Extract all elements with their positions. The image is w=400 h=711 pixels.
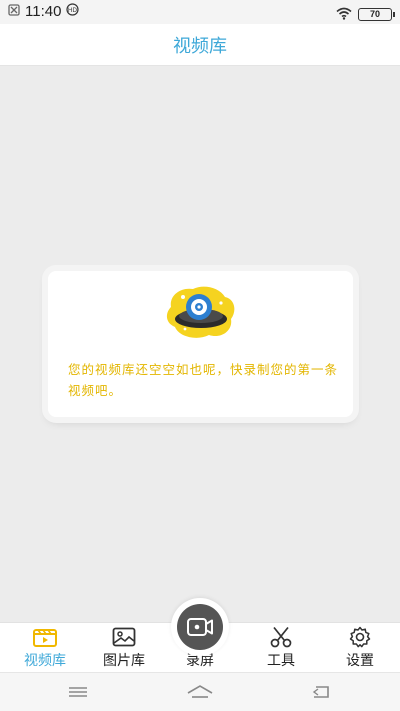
gear-icon bbox=[349, 626, 371, 648]
svg-text:HD: HD bbox=[68, 7, 78, 14]
status-bar: 11:40 HD 70 bbox=[0, 0, 400, 24]
home-icon[interactable] bbox=[185, 682, 215, 702]
record-button-inner bbox=[177, 604, 223, 650]
hd-icon: HD bbox=[66, 3, 80, 20]
tab-settings[interactable]: 设置 bbox=[320, 623, 400, 673]
status-time: 11:40 bbox=[25, 3, 62, 20]
empty-state-message: 您的视频库还空空如也呢，快录制您的第一条视频吧。 bbox=[68, 362, 339, 398]
tab-label: 视频库 bbox=[24, 653, 66, 669]
image-icon bbox=[112, 627, 136, 647]
menu-icon[interactable] bbox=[63, 682, 93, 702]
tab-label: 设置 bbox=[346, 653, 374, 669]
page-title: 视频库 bbox=[173, 35, 227, 57]
wifi-icon bbox=[336, 5, 352, 24]
video-library-content: 您的视频库还空空如也呢，快录制您的第一条视频吧。 bbox=[0, 66, 400, 622]
tab-image-library[interactable]: 图片库 bbox=[84, 623, 164, 673]
scissors-icon bbox=[270, 626, 292, 648]
record-button[interactable] bbox=[171, 598, 229, 656]
tab-label: 工具 bbox=[267, 653, 295, 669]
system-nav-bar bbox=[0, 672, 400, 711]
video-library-icon bbox=[33, 629, 57, 647]
tab-label: 图片库 bbox=[103, 653, 145, 669]
back-icon[interactable] bbox=[307, 682, 337, 702]
empty-state-card: 您的视频库还空空如也呢，快录制您的第一条视频吧。 bbox=[48, 271, 353, 417]
film-reel-icon bbox=[166, 286, 235, 338]
record-camera-icon bbox=[187, 618, 213, 636]
header: 视频库 bbox=[0, 24, 400, 66]
notification-icon bbox=[8, 3, 20, 20]
battery-icon: 70 bbox=[358, 8, 395, 21]
tab-video-library[interactable]: 视频库 bbox=[5, 623, 85, 673]
tab-tools[interactable]: 工具 bbox=[241, 623, 321, 673]
